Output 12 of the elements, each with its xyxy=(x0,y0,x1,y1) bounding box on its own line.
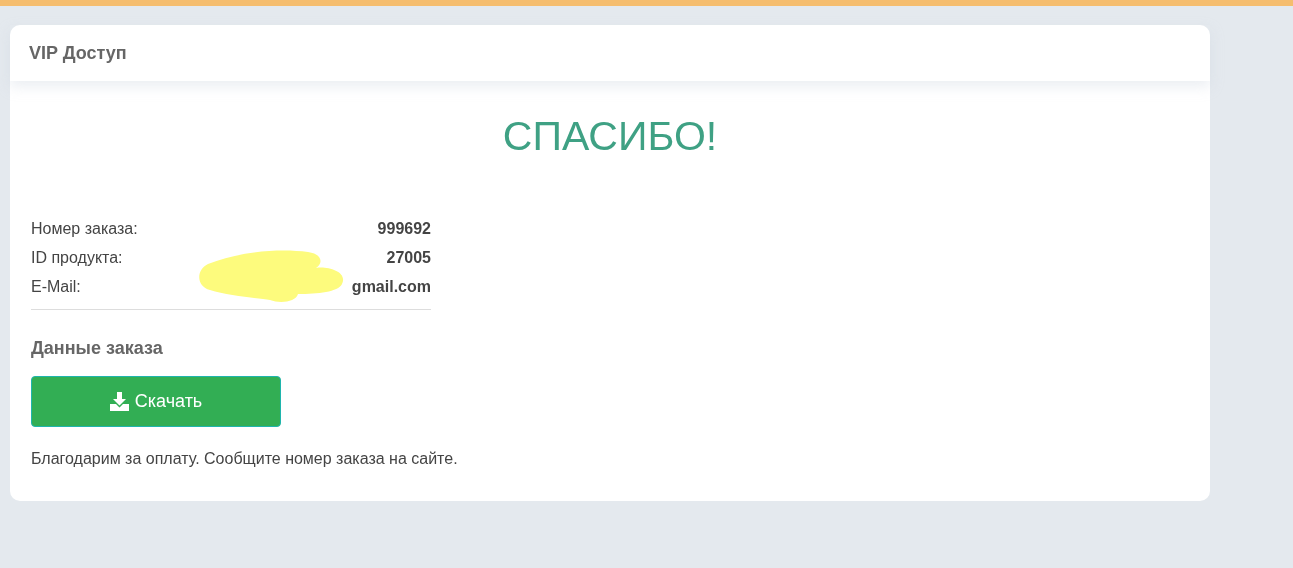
detail-label: Номер заказа: xyxy=(31,219,138,238)
card-title: VIP Доступ xyxy=(29,42,127,64)
thank-you-heading: СПАСИБО! xyxy=(501,112,719,161)
detail-label: E-Mail: xyxy=(31,277,81,296)
detail-value: 27005 xyxy=(386,248,431,267)
note-text: Благодарим за оплату. Сообщите номер заказа на сайте. xyxy=(31,450,459,468)
detail-value: 999692 xyxy=(377,219,431,238)
detail-value: gmail.com xyxy=(351,277,431,296)
download-icon xyxy=(109,392,129,411)
detail-label: ID продукта: xyxy=(31,248,123,267)
download-button[interactable]: Скачать xyxy=(31,376,281,427)
section-title: Данные заказа xyxy=(31,338,164,359)
